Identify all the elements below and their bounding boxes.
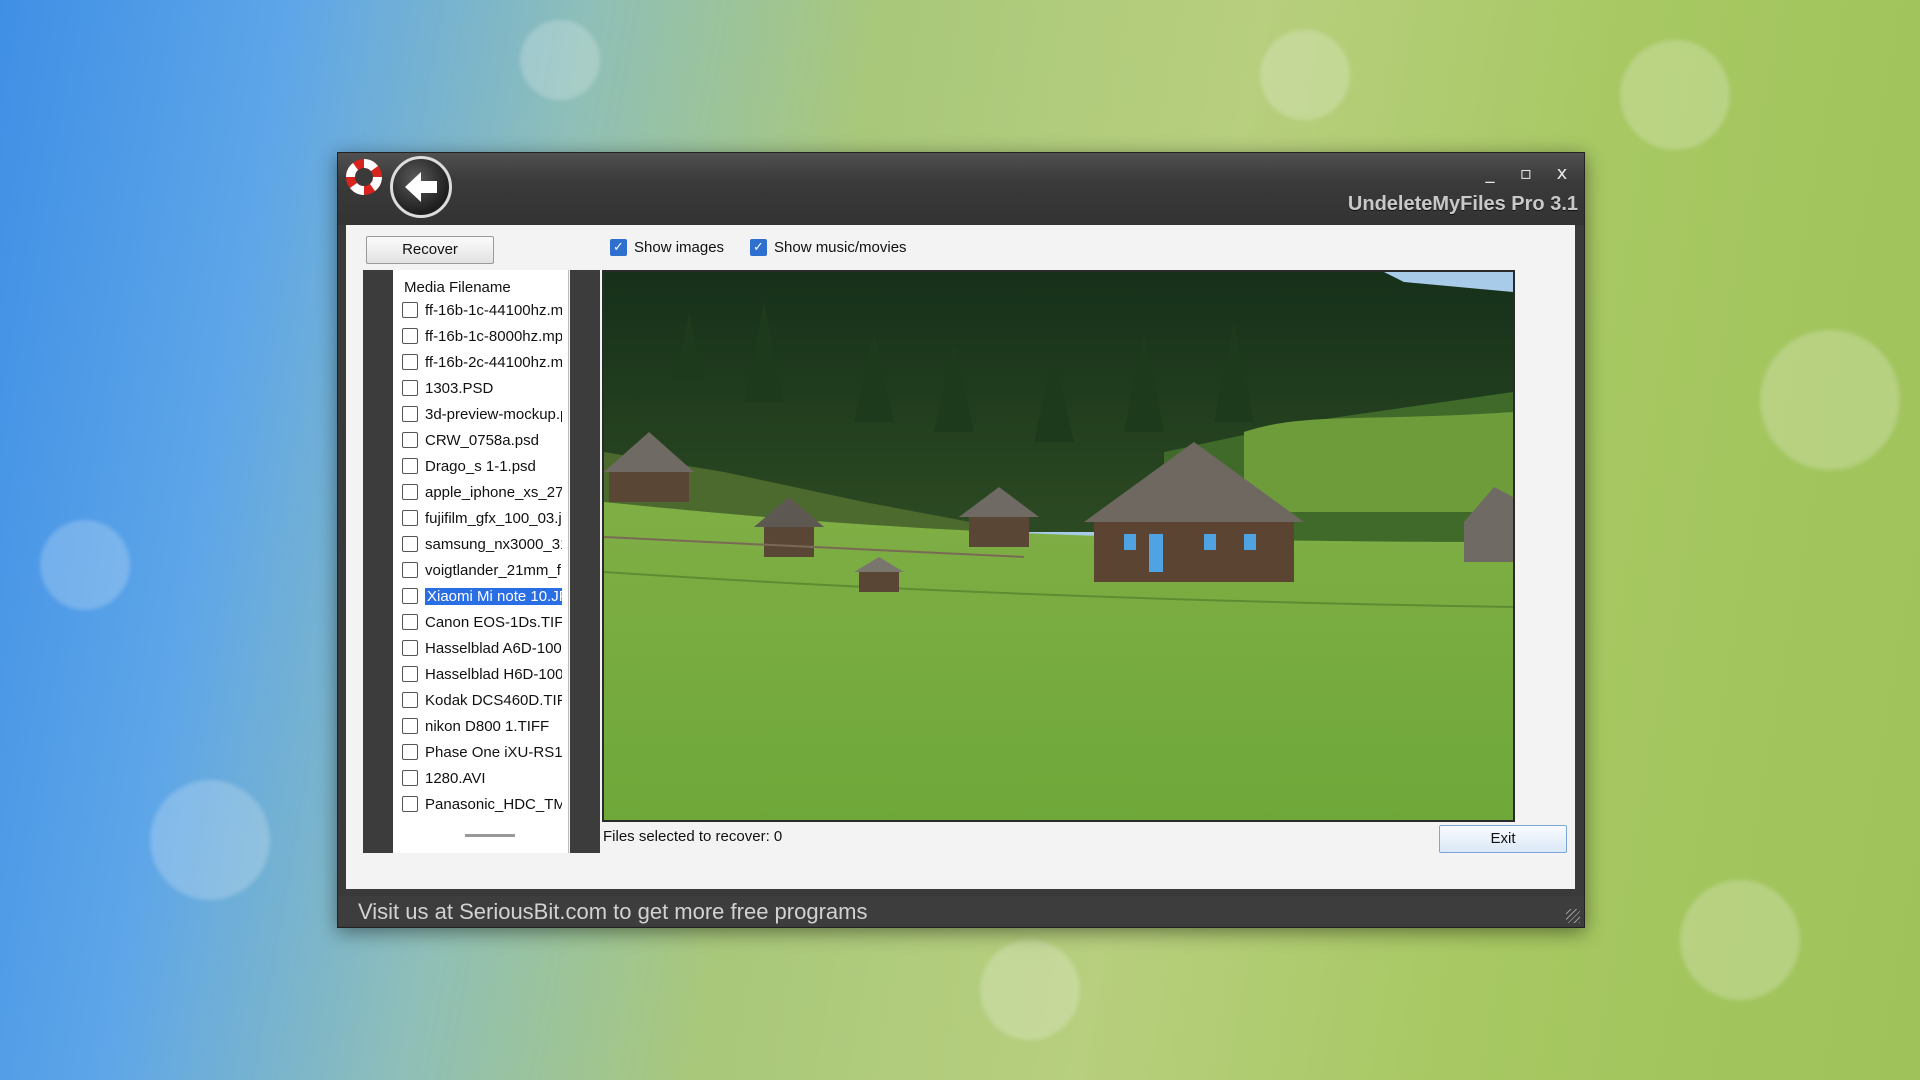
file-checkbox[interactable] <box>402 536 418 552</box>
file-name: 1303.PSD <box>425 379 494 397</box>
file-name: nikon D800 1.TIFF <box>425 717 550 735</box>
minimize-button[interactable]: _ <box>1476 163 1504 185</box>
background-bokeh <box>1620 40 1730 150</box>
file-checkbox[interactable] <box>402 770 418 786</box>
file-checkbox[interactable] <box>402 328 418 344</box>
file-checkbox[interactable] <box>402 692 418 708</box>
file-checkbox[interactable] <box>402 588 418 604</box>
list-item[interactable]: ff-16b-1c-44100hz.m <box>402 298 562 322</box>
background-bokeh <box>980 940 1080 1040</box>
file-checkbox[interactable] <box>402 484 418 500</box>
checkmark-icon: ✓ <box>610 239 627 256</box>
file-name: Hasselblad A6D-100c <box>425 639 562 657</box>
recover-button[interactable]: Recover <box>366 236 494 264</box>
file-name: fujifilm_gfx_100_03.j <box>425 509 562 527</box>
list-item[interactable]: Hasselblad H6D-100c <box>402 662 562 686</box>
background-bokeh <box>1260 30 1350 120</box>
title-bar[interactable]: _ ▫ x UndeleteMyFiles Pro 3.1 <box>338 153 1584 225</box>
back-button[interactable] <box>390 156 452 218</box>
file-name: ff-16b-1c-44100hz.m <box>425 301 562 319</box>
file-checkbox[interactable] <box>402 614 418 630</box>
list-item[interactable]: Hasselblad A6D-100c <box>402 636 562 660</box>
close-button[interactable]: x <box>1548 163 1576 185</box>
file-name: apple_iphone_xs_27 <box>425 483 562 501</box>
file-checkbox[interactable] <box>402 458 418 474</box>
lifebuoy-icon <box>346 159 382 195</box>
show-images-label: Show images <box>634 239 725 256</box>
file-name: Hasselblad H6D-100c <box>425 665 562 683</box>
file-name: ff-16b-1c-8000hz.mp <box>425 327 562 345</box>
file-name: Xiaomi Mi note 10.JPG <box>425 587 562 605</box>
background-bokeh <box>150 780 270 900</box>
landscape-image <box>604 272 1513 820</box>
list-item[interactable]: ff-16b-2c-44100hz.m <box>402 350 562 374</box>
resize-grip-icon[interactable] <box>1566 909 1580 923</box>
list-item[interactable]: ff-16b-1c-8000hz.mp <box>402 324 562 348</box>
list-item[interactable]: Xiaomi Mi note 10.JPG <box>402 584 562 608</box>
file-name: Canon EOS-1Ds.TIF <box>425 613 562 631</box>
list-item[interactable]: fujifilm_gfx_100_03.j <box>402 506 562 530</box>
file-checkbox[interactable] <box>402 354 418 370</box>
app-title: UndeleteMyFiles Pro 3.1 <box>1347 193 1578 215</box>
horizontal-scrollbar[interactable] <box>465 834 515 837</box>
status-text: Files selected to recover: 0 <box>603 828 783 845</box>
list-header: Media Filename <box>404 279 511 296</box>
file-name: voigtlander_21mm_f. <box>425 561 562 579</box>
file-name: 1280.AVI <box>425 769 486 787</box>
file-checkbox[interactable] <box>402 640 418 656</box>
file-name: ff-16b-2c-44100hz.m <box>425 353 562 371</box>
file-name: samsung_nx3000_31 <box>425 535 562 553</box>
list-item[interactable]: Kodak DCS460D.TIF <box>402 688 562 712</box>
image-preview <box>602 270 1515 822</box>
background-bokeh <box>40 520 130 610</box>
list-item[interactable]: 3d-preview-mockup.p <box>402 402 562 426</box>
maximize-button[interactable]: ▫ <box>1512 163 1540 185</box>
arrow-left-icon <box>405 172 437 202</box>
checkmark-icon: ✓ <box>750 239 767 256</box>
file-name: Kodak DCS460D.TIF <box>425 691 562 709</box>
file-name: CRW_0758a.psd <box>425 431 539 449</box>
file-name: Phase One iXU-RS19 <box>425 743 562 761</box>
list-item[interactable]: CRW_0758a.psd <box>402 428 562 452</box>
list-item[interactable]: samsung_nx3000_31 <box>402 532 562 556</box>
file-name: Drago_s 1-1.psd <box>425 457 536 475</box>
show-images-checkbox[interactable]: ✓ Show images <box>610 239 724 256</box>
file-checkbox[interactable] <box>402 380 418 396</box>
list-item[interactable]: 1303.PSD <box>402 376 562 400</box>
file-checkbox[interactable] <box>402 666 418 682</box>
file-checkbox[interactable] <box>402 302 418 318</box>
background-bokeh <box>1760 330 1900 470</box>
footer-link[interactable]: Visit us at SeriousBit.com to get more f… <box>358 899 867 925</box>
file-name: Panasonic_HDC_TM_ <box>425 795 562 813</box>
app-window: _ ▫ x UndeleteMyFiles Pro 3.1 Recover ✓ … <box>337 152 1585 928</box>
list-item[interactable]: apple_iphone_xs_27 <box>402 480 562 504</box>
list-item[interactable]: Drago_s 1-1.psd <box>402 454 562 478</box>
file-checkbox[interactable] <box>402 562 418 578</box>
file-name: 3d-preview-mockup.p <box>425 405 562 423</box>
file-checkbox[interactable] <box>402 510 418 526</box>
exit-button[interactable]: Exit <box>1439 825 1567 853</box>
background-bokeh <box>1680 880 1800 1000</box>
list-item[interactable]: 1280.AVI <box>402 766 562 790</box>
main-panel: Recover ✓ Show images ✓ Show music/movie… <box>346 225 1575 889</box>
list-item[interactable]: Phase One iXU-RS19 <box>402 740 562 764</box>
file-checkbox[interactable] <box>402 744 418 760</box>
file-checkbox[interactable] <box>402 718 418 734</box>
show-music-label: Show music/movies <box>774 239 907 256</box>
file-list[interactable]: Media Filename ff-16b-1c-44100hz.m ff-16b… <box>393 270 569 853</box>
list-item[interactable]: Canon EOS-1Ds.TIF <box>402 610 562 634</box>
file-checkbox[interactable] <box>402 796 418 812</box>
file-checkbox[interactable] <box>402 406 418 422</box>
list-item[interactable]: nikon D800 1.TIFF <box>402 714 562 738</box>
show-music-checkbox[interactable]: ✓ Show music/movies <box>750 239 907 256</box>
middle-splitter[interactable] <box>570 270 600 853</box>
file-checkbox[interactable] <box>402 432 418 448</box>
background-bokeh <box>520 20 600 100</box>
list-item[interactable]: voigtlander_21mm_f. <box>402 558 562 582</box>
list-item[interactable]: Panasonic_HDC_TM_ <box>402 792 562 816</box>
footer-bar: Visit us at SeriousBit.com to get more f… <box>338 896 1584 926</box>
left-splitter <box>363 270 393 853</box>
